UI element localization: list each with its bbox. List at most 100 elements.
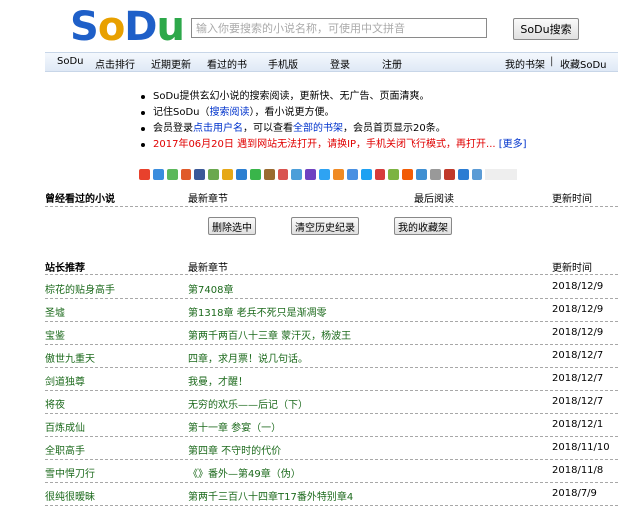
chapter-link[interactable]: 第1318章 老兵不死只是渐凋零 — [188, 304, 327, 319]
clear-history-button[interactable]: 清空历史纪录 — [291, 217, 359, 235]
nav-viewed-books[interactable]: 看过的书 — [207, 56, 247, 71]
update-date: 2018/7/9 — [552, 488, 597, 499]
share-icon[interactable] — [222, 168, 234, 180]
novel-name-link[interactable]: 宝鉴 — [45, 327, 65, 342]
update-date: 2018/12/9 — [552, 327, 604, 338]
share-icon[interactable] — [236, 168, 247, 180]
info-line-3: 会员登录点击用户名，可以查看全部的书架，会员首页显示20条。 — [139, 121, 539, 137]
novel-name-link[interactable]: 傲世九重天 — [45, 350, 95, 365]
update-date: 2018/11/8 — [552, 465, 604, 476]
search-input[interactable] — [191, 18, 487, 38]
nav-login[interactable]: 登录 — [330, 56, 350, 71]
novel-name-link[interactable]: 很纯很暧昧 — [45, 488, 95, 503]
share-icon[interactable] — [166, 168, 178, 180]
nav-home[interactable]: SoDu — [57, 56, 84, 67]
info-line-4: 2017年06月20日 遇到网站无法打开，请换IP，手机关闭飞行模式，再打开..… — [139, 137, 539, 153]
share-icon[interactable] — [471, 168, 483, 180]
update-date: 2018/11/10 — [552, 442, 610, 453]
logo-letter-s: S — [70, 4, 99, 50]
info-line-1: SoDu提供玄幻小说的搜索阅读，更新快、无广告、页面清爽。 — [139, 89, 539, 105]
share-icon[interactable] — [194, 168, 206, 180]
more-link[interactable]: [更多] — [499, 139, 527, 150]
search-button[interactable]: SoDu搜索 — [513, 18, 579, 40]
all-bookshelf-link[interactable]: 全部的书架 — [293, 123, 343, 134]
share-icon[interactable] — [402, 168, 414, 180]
share-icon[interactable] — [346, 168, 358, 180]
share-icon[interactable] — [263, 168, 275, 180]
share-icon[interactable] — [208, 168, 220, 180]
nav-register[interactable]: 注册 — [382, 56, 402, 71]
novel-name-link[interactable]: 全职高手 — [45, 442, 85, 457]
notice-text: 2017年06月20日 遇到网站无法打开，请换IP，手机关闭飞行模式，再打开..… — [153, 139, 499, 150]
table-row: 很纯很暧昧 第两千三百八十四章T17番外特别章4 2018/7/9 — [45, 483, 618, 506]
click-username-link[interactable]: 点击用户名 — [193, 123, 243, 134]
table-row: 棕花的贴身高手 第7408章 2018/12/9 — [45, 276, 618, 299]
novel-name-link[interactable]: 棕花的贴身高手 — [45, 281, 115, 296]
chapter-link[interactable]: 第十一章 参宴（一） — [188, 419, 281, 434]
divider — [45, 206, 618, 207]
history-title: 曾经看过的小说 — [45, 194, 115, 205]
divider — [45, 274, 618, 275]
novel-name-link[interactable]: 雪中悍刀行 — [45, 465, 95, 480]
share-icon[interactable] — [152, 168, 164, 180]
chapter-link[interactable]: 第四章 不守时的代价 — [188, 442, 281, 457]
chapter-link[interactable]: 第两千三百八十四章T17番外特别章4 — [188, 488, 353, 503]
table-row: 剑道独尊 我曼，才醒！ 2018/12/7 — [45, 368, 618, 391]
share-icon[interactable] — [305, 168, 317, 180]
nav-click-rank[interactable]: 点击排行 — [95, 56, 135, 71]
site-info-list: SoDu提供玄幻小说的搜索阅读，更新快、无广告、页面清爽。 记住SoDu（搜索阅… — [139, 89, 539, 153]
share-icon[interactable] — [277, 168, 289, 180]
table-row: 宝鉴 第两千两百八十三章 蒙汗灭，杨波王 2018/12/9 — [45, 322, 618, 345]
sodu-logo[interactable]: S o D u — [70, 4, 186, 50]
chapter-link[interactable]: 第7408章 — [188, 281, 233, 296]
share-icon[interactable] — [443, 168, 455, 180]
row-divider — [45, 505, 618, 506]
my-favorites-button[interactable]: 我的收藏架 — [394, 217, 452, 235]
table-row: 将夜 无穷的欢乐——后记（下） 2018/12/7 — [45, 391, 618, 414]
share-icon[interactable] — [180, 168, 192, 180]
nav-my-bookshelf[interactable]: 我的书架 — [505, 56, 545, 71]
table-row: 百炼成仙 第十一章 参宴（一） 2018/12/1 — [45, 414, 618, 437]
share-icon[interactable] — [388, 168, 400, 180]
table-row: 雪中悍刀行 《》番外—第49章（伪） 2018/11/8 — [45, 460, 618, 483]
nav-bar: SoDu 点击排行 近期更新 看过的书 手机版 登录 注册 我的书架 | 收藏S… — [45, 52, 618, 72]
novel-name-link[interactable]: 将夜 — [45, 396, 65, 411]
recommend-col-chapter: 最新章节 — [188, 263, 228, 274]
share-icon[interactable] — [457, 168, 469, 180]
delete-selected-button[interactable]: 删除选中 — [208, 217, 256, 235]
table-row: 全职高手 第四章 不守时的代价 2018/11/10 — [45, 437, 618, 460]
update-date: 2018/12/7 — [552, 373, 604, 384]
novel-name-link[interactable]: 剑道独尊 — [45, 373, 85, 388]
search-read-link[interactable]: 搜索阅读 — [210, 107, 250, 118]
share-icon[interactable] — [360, 168, 372, 180]
update-date: 2018/12/9 — [552, 281, 604, 292]
chapter-link[interactable]: 无穷的欢乐——后记（下） — [188, 396, 308, 411]
share-icon[interactable] — [139, 168, 150, 180]
history-col-time: 更新时间 — [552, 194, 592, 205]
share-icon[interactable] — [374, 168, 386, 180]
update-date: 2018/12/1 — [552, 419, 604, 430]
table-row: 圣墟 第1318章 老兵不死只是渐凋零 2018/12/9 — [45, 299, 618, 322]
nav-recent-updates[interactable]: 近期更新 — [151, 56, 191, 71]
novel-name-link[interactable]: 百炼成仙 — [45, 419, 85, 434]
nav-bookmark-sodu[interactable]: 收藏SoDu — [560, 56, 607, 71]
chapter-link[interactable]: 《》番外—第49章（伪） — [188, 465, 301, 480]
logo-letter-u: u — [156, 4, 186, 50]
share-icon[interactable] — [291, 168, 303, 180]
novel-name-link[interactable]: 圣墟 — [45, 304, 65, 319]
chapter-link[interactable]: 四章，求月票！说几句话。 — [188, 350, 308, 365]
chapter-link[interactable]: 我曼，才醒！ — [188, 373, 248, 388]
share-icon[interactable] — [333, 168, 344, 180]
share-icon[interactable] — [319, 168, 331, 180]
share-icon[interactable] — [249, 168, 261, 180]
recommend-col-time: 更新时间 — [552, 263, 592, 274]
share-icon[interactable] — [430, 168, 441, 180]
history-col-last-read: 最后阅读 — [414, 194, 454, 205]
nav-mobile[interactable]: 手机版 — [268, 56, 298, 71]
update-date: 2018/12/9 — [552, 304, 604, 315]
logo-letter-o: o — [97, 4, 126, 50]
logo-letter-d: D — [124, 4, 157, 50]
chapter-link[interactable]: 第两千两百八十三章 蒙汗灭，杨波王 — [188, 327, 351, 342]
share-icon[interactable] — [416, 168, 428, 180]
share-more-icon[interactable] — [485, 168, 518, 180]
